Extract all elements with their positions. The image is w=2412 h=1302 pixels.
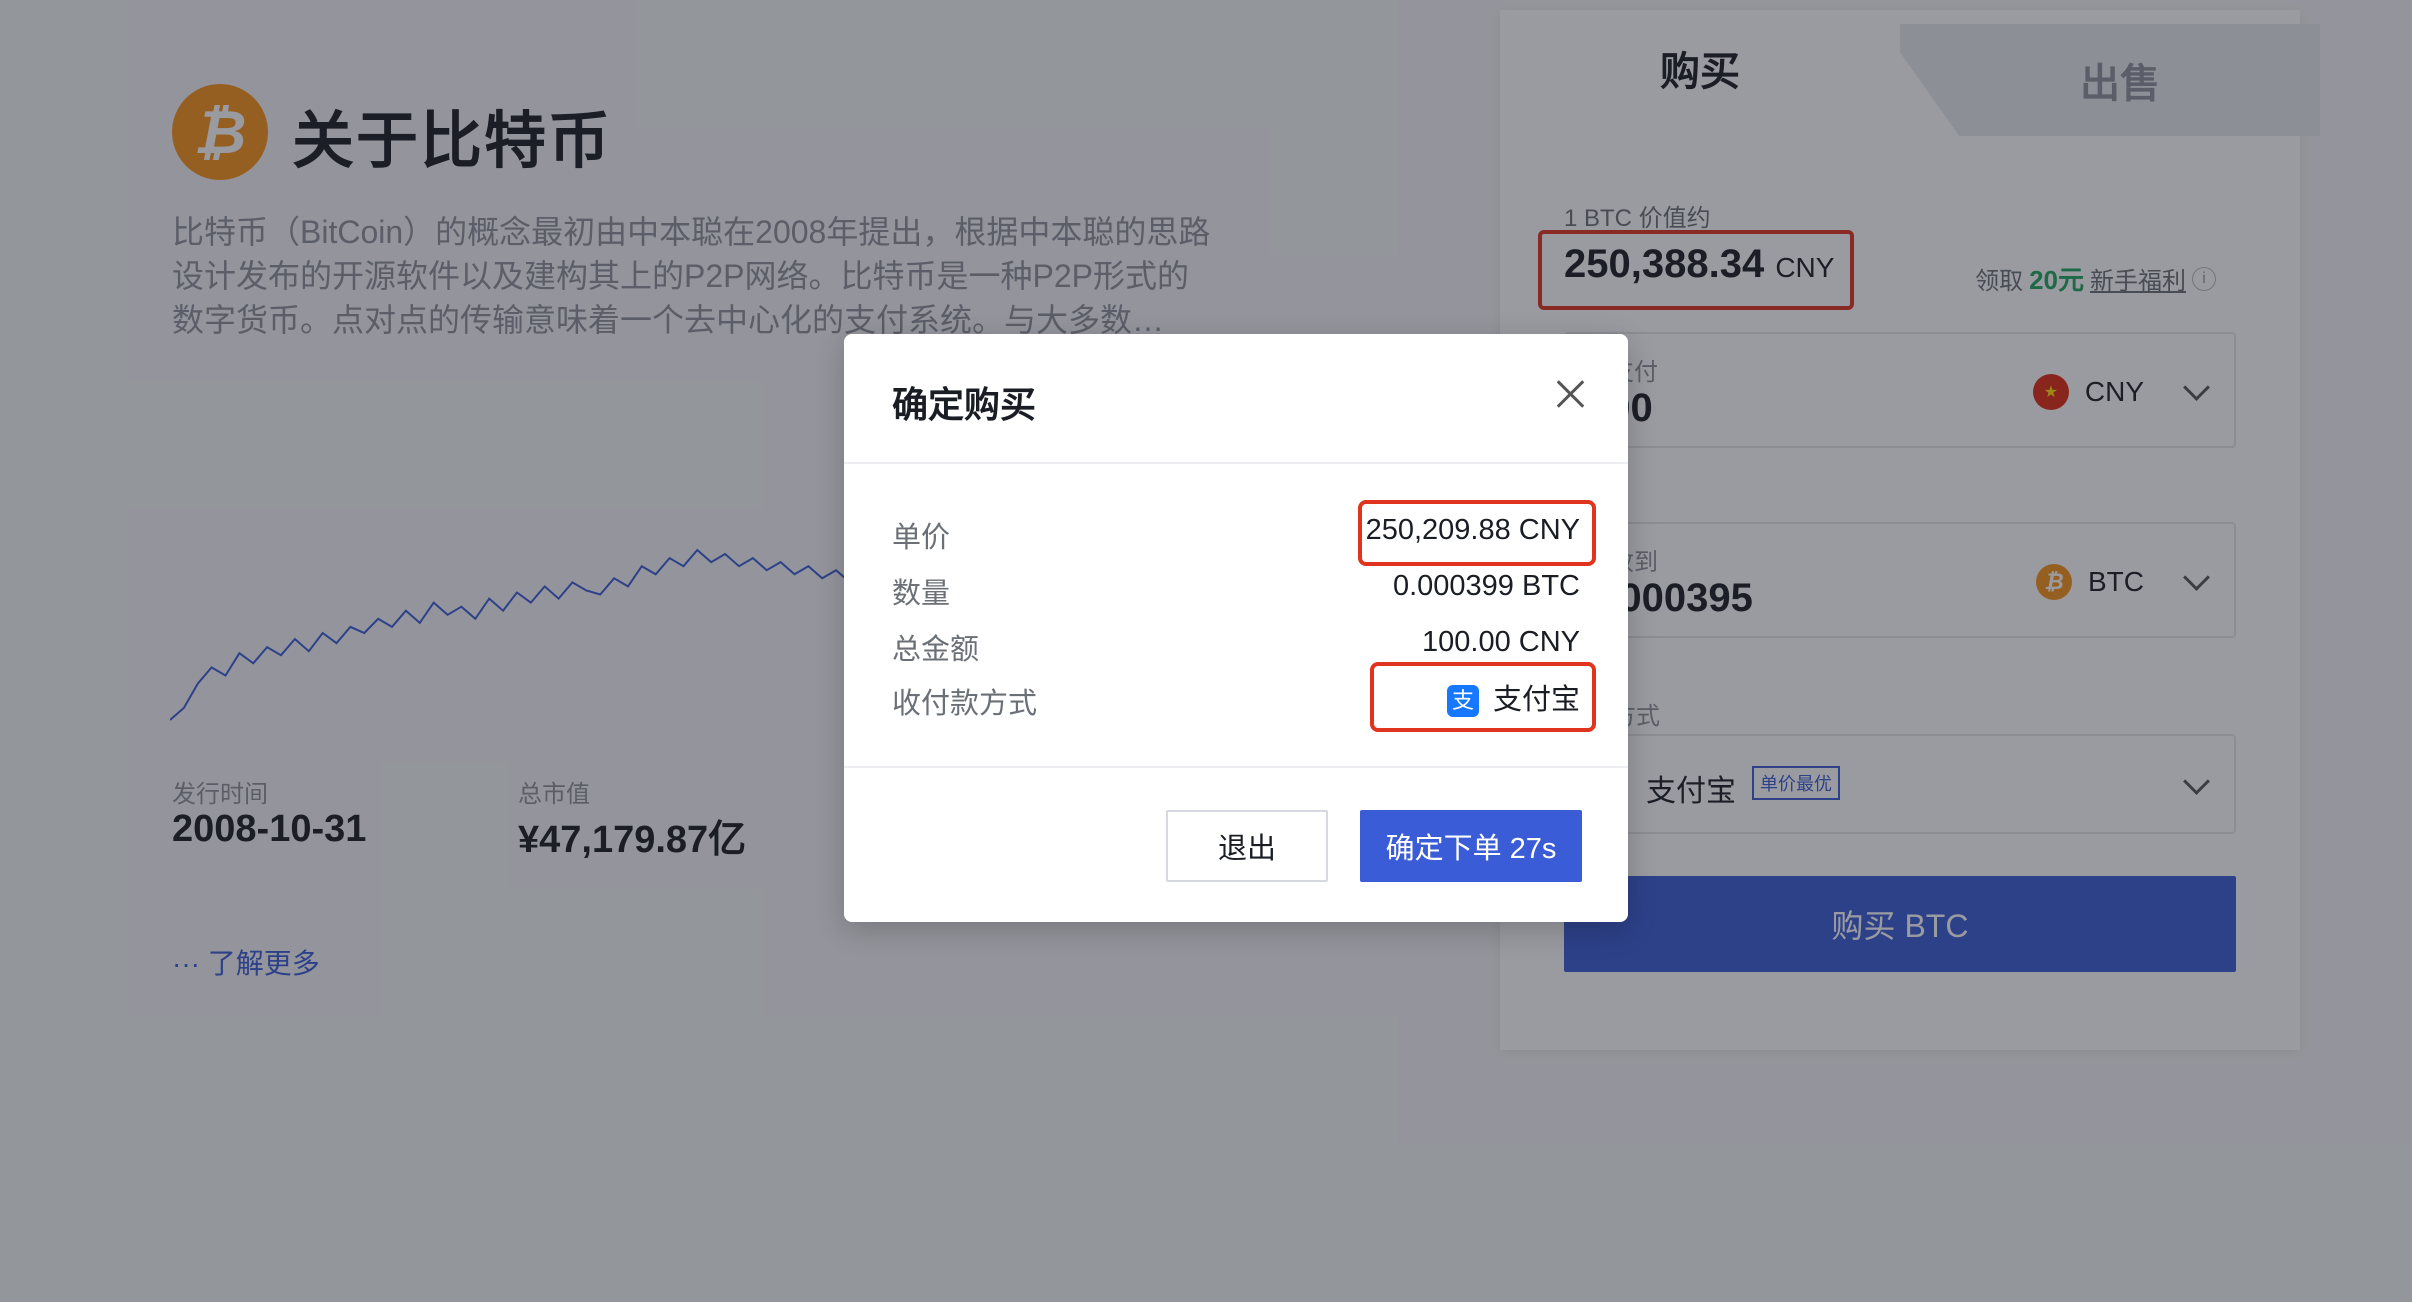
quantity-label: 数量 <box>892 578 951 610</box>
dialog-title: 确定购买 <box>892 384 1037 425</box>
unit-price-label: 单价 <box>892 522 951 554</box>
page: ₿ 关于比特币 比特币（BitCoin）的概念最初由中本聪在2008年提出，根据… <box>0 0 2412 1302</box>
payment-method-label: 收付款方式 <box>892 688 1038 720</box>
confirm-order-button[interactable]: 确定下单 27s <box>1360 810 1582 882</box>
unit-price-value: 250,209.88 CNY <box>1365 514 1580 546</box>
confirm-purchase-dialog: 确定购买 单价 250,209.88 CNY 数量 0.000399 BTC 总… <box>844 334 1628 922</box>
exit-button[interactable]: 退出 <box>1166 810 1328 882</box>
divider <box>844 766 1628 768</box>
divider <box>844 462 1628 464</box>
quantity-value: 0.000399 BTC <box>1392 570 1580 602</box>
alipay-icon: 支 <box>1446 685 1479 718</box>
payment-method-name: 支付宝 <box>1492 684 1580 716</box>
close-icon[interactable] <box>1554 378 1586 410</box>
payment-method-value: 支支付宝 <box>1446 676 1580 718</box>
total-amount-label: 总金额 <box>892 634 980 666</box>
total-amount-value: 100.00 CNY <box>1422 626 1580 658</box>
